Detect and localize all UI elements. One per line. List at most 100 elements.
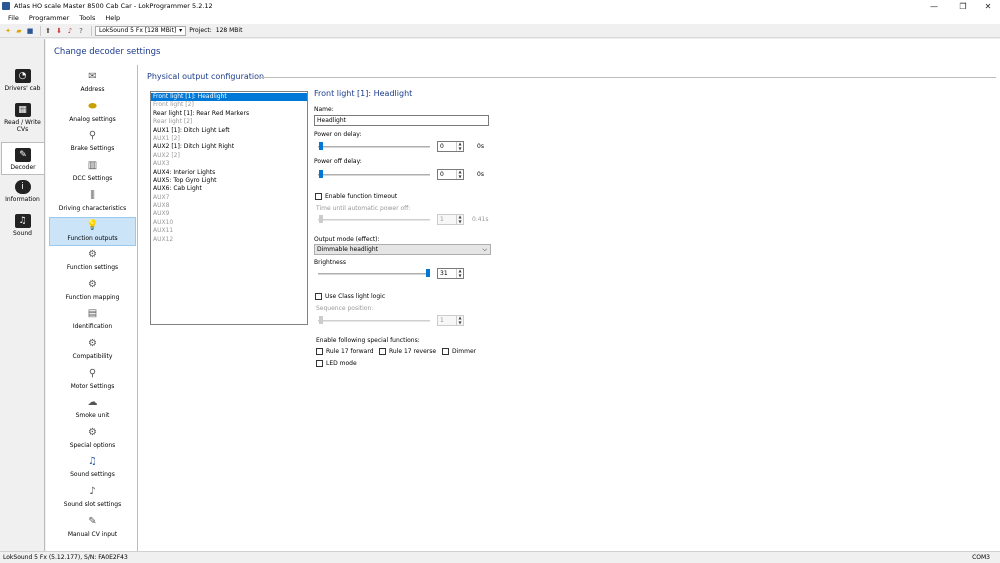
category-driving-characteristics[interactable]: ⫼ Driving characteristics	[49, 188, 136, 216]
toolbar: ✦ ▰ ■ ⬆ ⬇ ♪ ? LokSound 5 Fx [128 MBit] ▾…	[0, 24, 1000, 38]
menu-tools[interactable]: Tools	[74, 14, 100, 22]
category-identification[interactable]: ▤ Identification	[49, 306, 136, 334]
menu-bar: File Programmer Tools Help	[0, 12, 1000, 24]
category-dcc-settings[interactable]: ▥ DCC Settings	[49, 158, 136, 186]
output-list-item[interactable]: AUX7	[151, 194, 307, 202]
menu-programmer[interactable]: Programmer	[24, 14, 74, 22]
category-smoke-unit[interactable]: ☁ Smoke unit	[49, 395, 136, 423]
sound-slot-icon: ♪	[89, 486, 96, 497]
new-file-icon[interactable]: ✦	[4, 27, 12, 35]
section-divider	[258, 77, 996, 78]
timeout-slider	[319, 215, 323, 223]
output-list-item[interactable]: Rear light [2]	[151, 118, 307, 126]
enable-timeout-label: Enable function timeout	[325, 193, 398, 200]
output-list-item[interactable]: AUX1 [1]: Ditch Light Left	[151, 127, 307, 135]
output-list-item[interactable]: AUX5: Top Gyro Light	[151, 177, 307, 185]
category-motor-settings[interactable]: ⚲ Motor Settings	[49, 366, 136, 394]
rule17-forward-checkbox[interactable]	[316, 348, 323, 355]
output-list-item[interactable]: AUX1 [2]	[151, 135, 307, 143]
brightness-spinner[interactable]: 31 ▲ ▼	[437, 268, 464, 279]
category-brake-settings[interactable]: ⚲ Brake Settings	[49, 128, 136, 156]
category-label: Analog settings	[69, 116, 116, 123]
power-off-delay-spinner[interactable]: 0 ▲ ▼	[437, 169, 464, 180]
write-sound-icon[interactable]: ♪	[66, 27, 74, 35]
brightness-slider[interactable]	[426, 269, 430, 277]
smoke-icon: ☁	[87, 397, 98, 408]
output-list[interactable]: Front light [1]: Headlight Front light [2…	[150, 91, 308, 325]
output-list-item[interactable]: AUX2 [2]	[151, 152, 307, 160]
led-mode-checkbox[interactable]	[316, 360, 323, 367]
power-on-delay-slider[interactable]	[319, 142, 323, 150]
read-decoder-icon[interactable]: ⬆	[44, 27, 52, 35]
toolbar-separator	[91, 25, 92, 36]
page-title: Change decoder settings	[54, 47, 161, 57]
output-mode-select[interactable]: Dimmable headlight ⌵	[314, 244, 491, 255]
enable-timeout-checkbox[interactable]	[315, 193, 322, 200]
category-manual-cv-input[interactable]: ✎ Manual CV input	[49, 514, 136, 542]
spinner-arrows-icon[interactable]: ▲ ▼	[456, 141, 463, 151]
category-label: Special options	[69, 442, 116, 449]
spinner-arrows-icon: ▲ ▼	[456, 214, 463, 224]
category-label: Identification	[72, 323, 113, 330]
class-light-checkbox[interactable]	[315, 293, 322, 300]
output-list-item[interactable]: AUX4: Interior Lights	[151, 169, 307, 177]
name-input[interactable]: Headlight	[314, 115, 489, 126]
category-label: Function settings	[66, 264, 119, 271]
rule17-reverse-checkbox[interactable]	[379, 348, 386, 355]
output-list-item[interactable]: AUX9	[151, 210, 307, 218]
output-list-item[interactable]: AUX3	[151, 160, 307, 168]
power-off-delay-slider[interactable]	[319, 170, 323, 178]
category-function-outputs[interactable]: 💡 Function outputs	[49, 217, 136, 246]
save-icon[interactable]: ■	[26, 27, 34, 35]
open-folder-icon[interactable]: ▰	[15, 27, 23, 35]
category-label: Function mapping	[65, 294, 120, 301]
output-list-item[interactable]: AUX6: Cab Light	[151, 185, 307, 193]
output-list-item[interactable]: Front light [1]: Headlight	[151, 93, 307, 102]
decoder-type-select[interactable]: LokSound 5 Fx [128 MBit] ▾	[95, 25, 187, 36]
category-function-mapping[interactable]: ⚙ Function mapping	[49, 277, 136, 305]
help-icon[interactable]: ?	[77, 27, 85, 35]
lightbulb-icon: 💡	[86, 220, 99, 231]
output-list-item[interactable]: AUX10	[151, 219, 307, 227]
section-title: Physical output configuration	[147, 72, 265, 81]
manual-cv-icon: ✎	[88, 516, 97, 527]
minimize-button[interactable]: —	[921, 0, 947, 12]
nav-sound[interactable]: ♫ Sound	[1, 214, 44, 242]
output-list-item[interactable]: Rear light [1]: Rear Red Markers	[151, 110, 307, 118]
nav-drivers-cab[interactable]: ◔ Drivers' cab	[1, 69, 44, 97]
timeout-track	[318, 219, 430, 221]
output-list-item[interactable]: AUX2 [1]: Ditch Light Right	[151, 143, 307, 151]
output-list-item[interactable]: Front light [2]	[151, 101, 307, 109]
nav-label: Read / Write CVs	[4, 119, 41, 133]
output-list-item[interactable]: AUX12	[151, 236, 307, 244]
power-off-delay-unit: 0s	[477, 171, 484, 178]
led-mode-label: LED mode	[326, 360, 357, 367]
power-on-delay-spinner[interactable]: 0 ▲ ▼	[437, 141, 464, 152]
output-list-item[interactable]: AUX11	[151, 227, 307, 235]
menu-file[interactable]: File	[3, 14, 24, 22]
dimmer-checkbox[interactable]	[442, 348, 449, 355]
spinner-arrows-icon[interactable]: ▲ ▼	[456, 169, 463, 179]
spinner-arrows-icon[interactable]: ▲ ▼	[456, 268, 463, 278]
category-compatibility[interactable]: ⚙ Compatibility	[49, 336, 136, 364]
window-title: Atlas HO scale Master 8500 Cab Car - Lok…	[14, 2, 213, 10]
nav-read-write-cvs[interactable]: ▦ Read / Write CVs	[1, 103, 44, 141]
category-analog-settings[interactable]: ⬬ Analog settings	[49, 99, 136, 127]
category-special-options[interactable]: ⚙ Special options	[49, 425, 136, 453]
category-address[interactable]: ✉ Address	[49, 69, 136, 97]
nav-decoder[interactable]: ✎ Decoder	[1, 142, 44, 175]
close-button[interactable]: ✕	[975, 0, 1000, 12]
category-label: Compatibility	[72, 353, 113, 360]
output-list-item[interactable]: AUX8	[151, 202, 307, 210]
category-label: Manual CV input	[67, 531, 118, 538]
nav-label: Drivers' cab	[4, 85, 41, 92]
category-function-settings[interactable]: ⚙ Function settings	[49, 247, 136, 275]
power-on-delay-value: 0	[440, 143, 444, 150]
write-decoder-icon[interactable]: ⬇	[55, 27, 63, 35]
category-sound-slot-settings[interactable]: ♪ Sound slot settings	[49, 484, 136, 512]
menu-help[interactable]: Help	[100, 14, 125, 22]
category-label: Brake Settings	[70, 145, 115, 152]
maximize-button[interactable]: ❐	[950, 0, 976, 12]
nav-information[interactable]: i Information	[1, 180, 44, 208]
category-sound-settings[interactable]: ♫ Sound settings	[49, 454, 136, 482]
